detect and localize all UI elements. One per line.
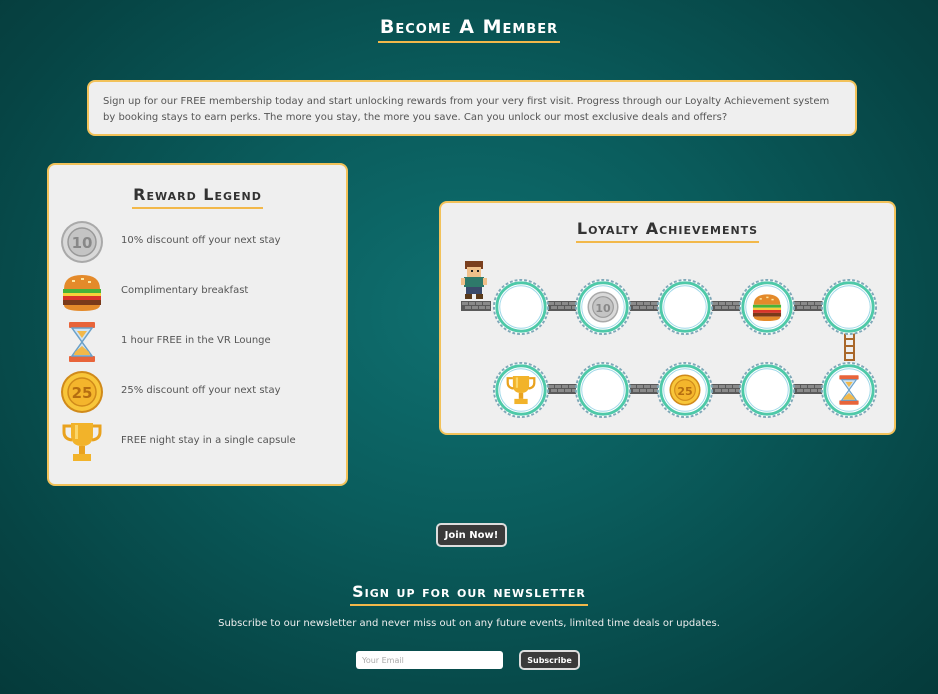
achievement-slot <box>656 278 714 336</box>
reward-legend-card: Reward Legend 10 10% discount off your n… <box>47 163 348 486</box>
intro-box: Sign up for our FREE membership today an… <box>87 80 857 136</box>
achievement-slot <box>820 278 878 336</box>
svg-text:10: 10 <box>595 302 611 315</box>
coin-25-icon: 25 <box>59 369 105 415</box>
hourglass-icon <box>59 319 105 365</box>
legend-item: 25 25% discount off your next stay <box>59 369 339 415</box>
svg-text:10: 10 <box>72 234 93 252</box>
loyalty-achievements-card: Loyalty Achievements 10 25 <box>439 201 896 435</box>
achievement-slot <box>738 361 796 419</box>
legend-text: FREE night stay in a single capsule <box>121 435 296 446</box>
achievement-slot <box>492 278 550 336</box>
trophy-icon <box>59 419 105 465</box>
bridge <box>629 384 659 394</box>
join-now-button[interactable]: Join Now! <box>436 523 507 547</box>
coin-25-icon: 25 <box>668 373 702 407</box>
intro-text: Sign up for our FREE membership today an… <box>103 96 830 123</box>
bridge <box>793 301 823 311</box>
burger-icon <box>752 294 782 322</box>
bridge <box>547 384 577 394</box>
bridge <box>547 301 577 311</box>
bridge <box>711 384 741 394</box>
newsletter-title: Sign up for our newsletter <box>0 582 938 606</box>
coin-10-icon: 10 <box>586 290 620 324</box>
bridge <box>711 301 741 311</box>
legend-text: 10% discount off your next stay <box>121 235 281 246</box>
legend-item: FREE night stay in a single capsule <box>59 419 339 465</box>
coin-10-icon: 10 <box>59 219 105 265</box>
newsletter-text: Subscribe to our newsletter and never mi… <box>218 618 720 629</box>
page-title: Become A Member <box>0 16 938 43</box>
svg-text:25: 25 <box>677 385 692 398</box>
legend-item: 10 10% discount off your next stay <box>59 219 339 265</box>
legend-text: 1 hour FREE in the VR Lounge <box>121 335 271 346</box>
reward-legend-title: Reward Legend <box>49 185 346 209</box>
legend-text: 25% discount off your next stay <box>121 385 281 396</box>
bridge <box>793 384 823 394</box>
legend-item: Complimentary breakfast <box>59 269 339 315</box>
legend-text: Complimentary breakfast <box>121 285 249 296</box>
email-input[interactable] <box>356 651 503 669</box>
achievement-board: 10 25 <box>461 261 878 419</box>
subscribe-button[interactable]: Subscribe <box>519 650 580 670</box>
bridge <box>461 301 491 311</box>
player-character-icon <box>461 261 487 299</box>
legend-item: 1 hour FREE in the VR Lounge <box>59 319 339 365</box>
bridge <box>629 301 659 311</box>
svg-text:25: 25 <box>72 384 93 402</box>
achievement-slot <box>574 361 632 419</box>
ladder-icon <box>844 333 855 361</box>
burger-icon <box>59 269 105 315</box>
